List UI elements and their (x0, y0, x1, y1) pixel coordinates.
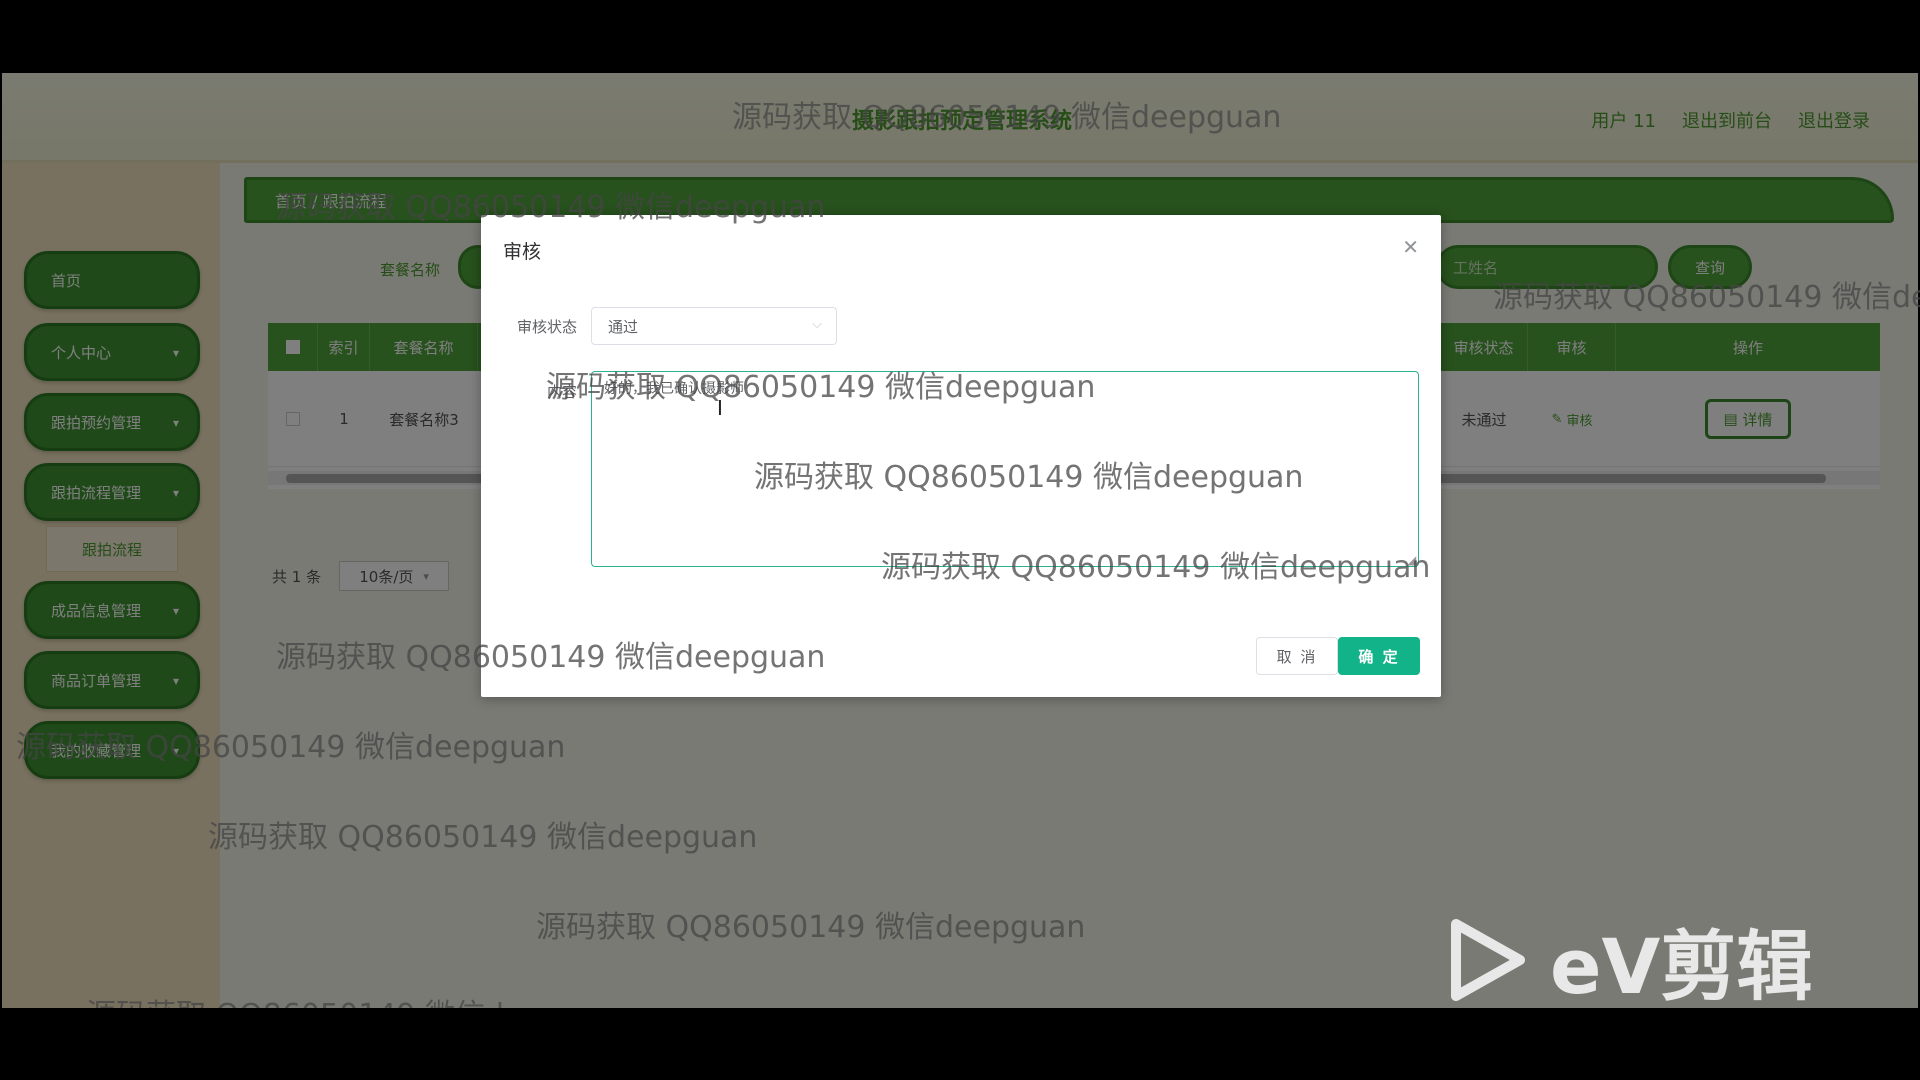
ev-logo: eV剪辑 (1450, 905, 1812, 1015)
play-icon (1451, 919, 1525, 1001)
status-label: 审核状态 (516, 318, 577, 336)
letterbox-top (0, 0, 1920, 73)
content-label: 内容 (546, 383, 577, 401)
content-textarea[interactable]: 好的，我已确认摄影师 (591, 371, 1419, 567)
status-value: 通过 (608, 317, 639, 336)
resize-grip-icon[interactable]: ◢ (1407, 553, 1416, 567)
confirm-button[interactable]: 确 定 (1338, 637, 1420, 675)
dialog-title: 审核 (503, 241, 542, 263)
text-cursor-icon: I (717, 396, 723, 420)
letterbox-bottom (0, 1008, 1920, 1080)
cancel-button[interactable]: 取 消 (1256, 637, 1338, 675)
close-icon[interactable]: ✕ (1402, 235, 1419, 259)
ev-logo-text: eV剪辑 (1550, 922, 1813, 1011)
audit-dialog: 审核 ✕ 审核状态 通过 ⌵ 内容 好的，我已确认摄影师 ◢ 取 消 确 定 (481, 215, 1441, 697)
status-select[interactable]: 通过 ⌵ (591, 307, 837, 345)
chevron-down-icon: ⌵ (812, 317, 822, 332)
